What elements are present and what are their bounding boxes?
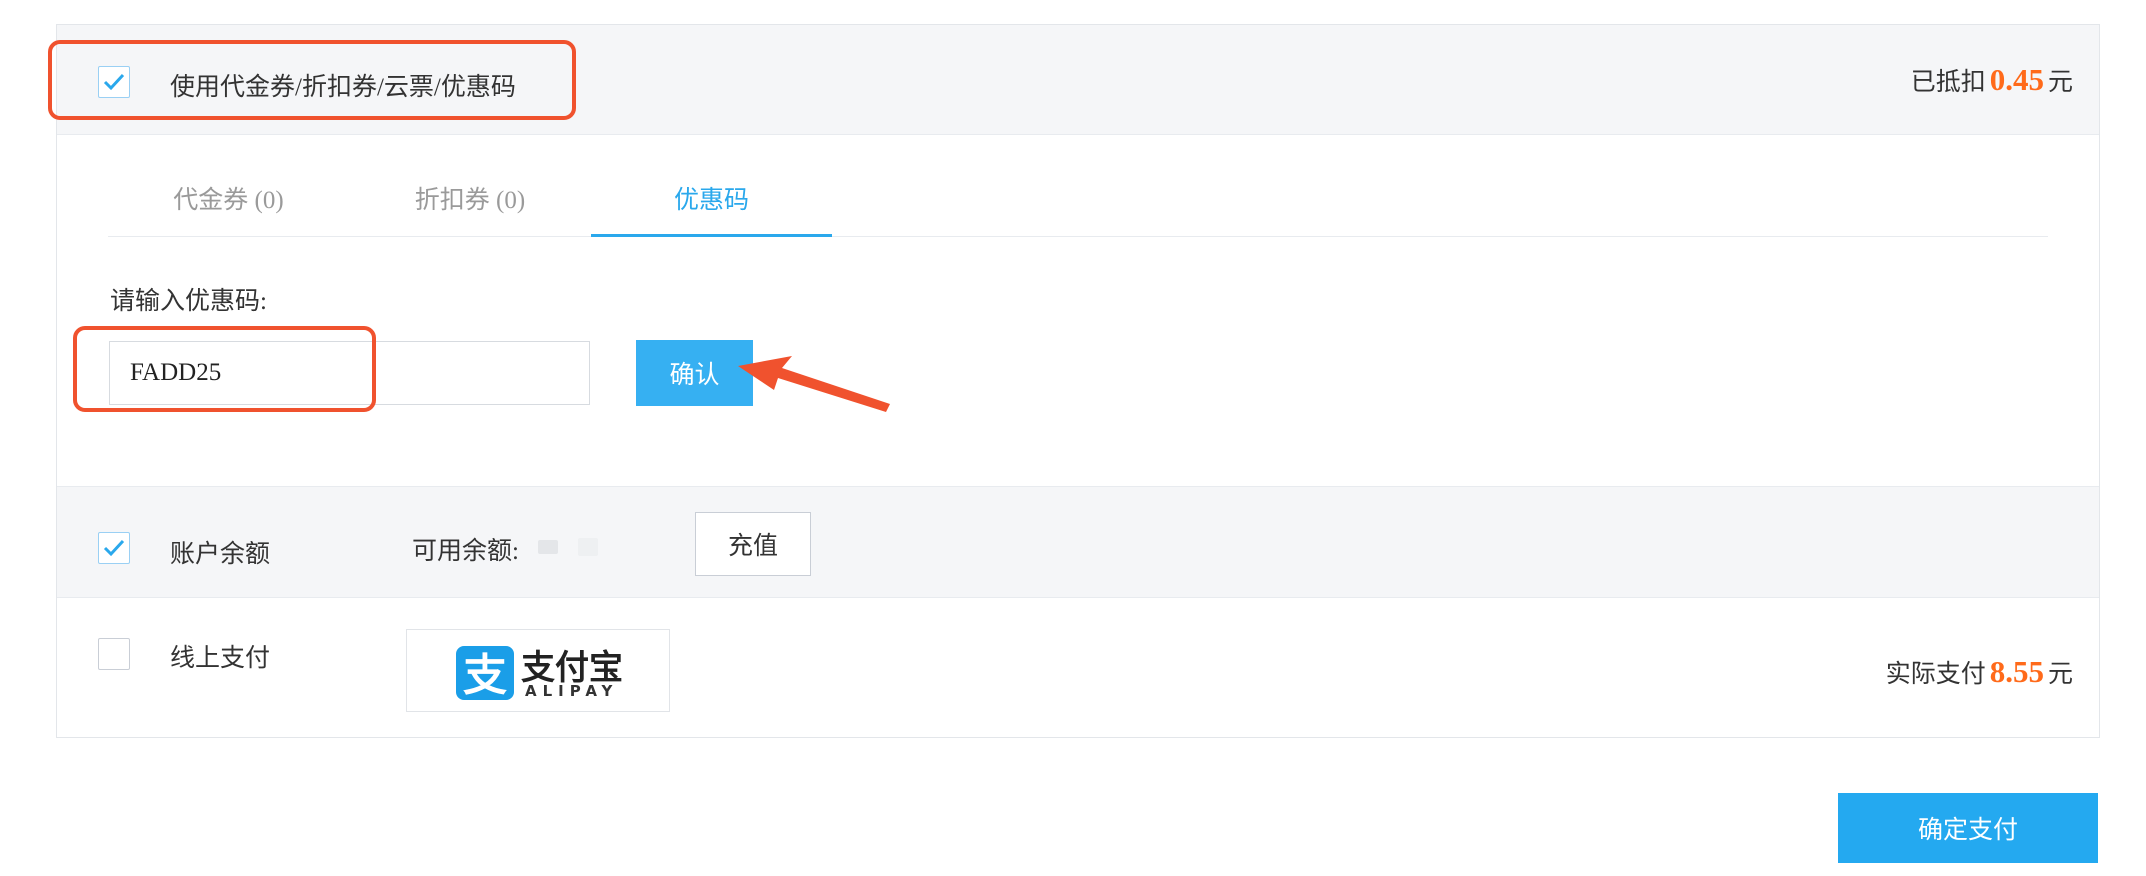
- online-payment-label: 线上支付: [170, 645, 271, 672]
- tab-vouchers[interactable]: 代金券 (0): [108, 180, 349, 216]
- input-annotation-box: [73, 326, 376, 412]
- confirm-payment-button[interactable]: 确定支付: [1838, 793, 2098, 863]
- tab-promo-code[interactable]: 优惠码: [591, 180, 832, 216]
- tabs-divider: [108, 236, 2048, 237]
- alipay-logo-icon: 支: [456, 646, 514, 701]
- deducted-suffix: 元: [2047, 69, 2073, 96]
- tab-discounts[interactable]: 折扣券 (0): [349, 180, 591, 216]
- actual-prefix: 实际支付: [1885, 661, 1986, 688]
- blurred-balance-value: [578, 538, 598, 556]
- balance-label: 账户余额: [170, 541, 271, 568]
- balance-section: [57, 486, 2099, 598]
- deducted-amount: 0.45: [1989, 62, 2044, 97]
- checkmark-icon: [103, 539, 125, 557]
- recharge-button[interactable]: 充值: [695, 512, 811, 576]
- balance-checkbox[interactable]: [98, 532, 130, 564]
- active-tab-indicator: [591, 234, 832, 237]
- blurred-balance-value: [538, 540, 558, 554]
- available-balance-label: 可用余额:: [412, 538, 519, 565]
- deducted-summary: 已抵扣 0.45 元: [1911, 62, 2073, 98]
- coupon-annotation-box: [48, 40, 576, 120]
- alipay-option[interactable]: 支 支付宝 ALIPAY: [406, 629, 670, 712]
- actual-amount: 8.55: [1989, 654, 2044, 689]
- actual-suffix: 元: [2047, 661, 2073, 688]
- actual-payment-summary: 实际支付 8.55 元: [1886, 654, 2073, 690]
- promo-prompt: 请输入优惠码:: [110, 288, 267, 315]
- alipay-subtitle: ALIPAY: [525, 682, 619, 700]
- online-payment-checkbox[interactable]: [98, 638, 130, 670]
- arrow-annotation-icon: [738, 356, 890, 412]
- deducted-prefix: 已抵扣: [1910, 69, 1986, 96]
- svg-text:支: 支: [463, 650, 507, 700]
